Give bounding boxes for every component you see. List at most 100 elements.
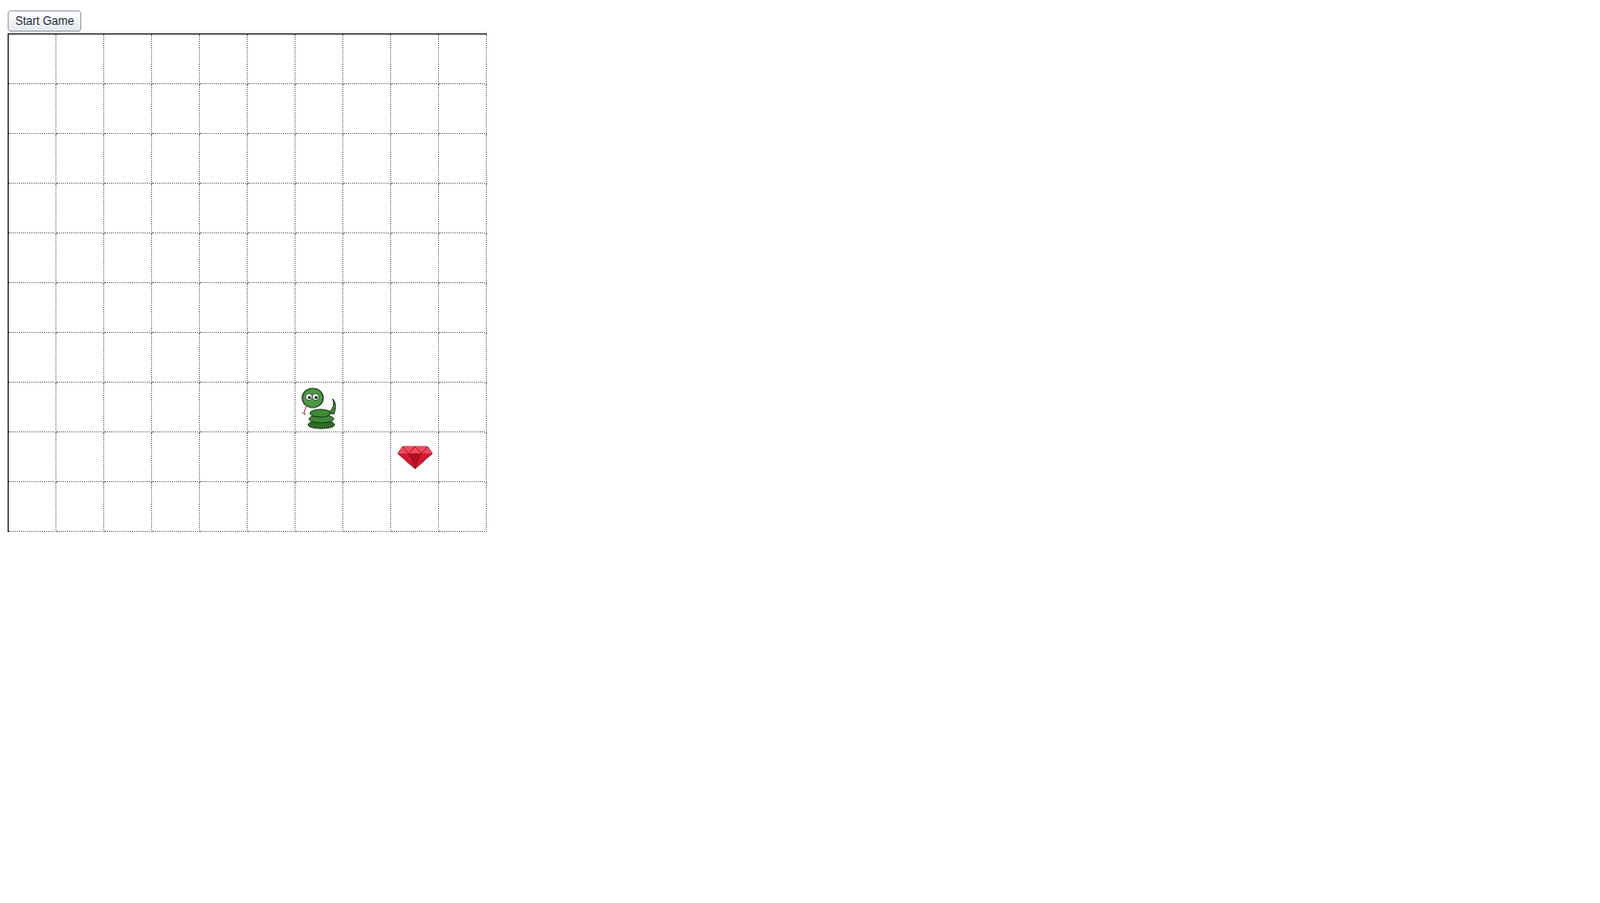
- board-cell: [104, 432, 153, 483]
- board-cell: [343, 133, 392, 184]
- board-cell: [199, 283, 248, 333]
- board-cell: [391, 84, 439, 134]
- board-cell: [247, 482, 296, 532]
- board-cell: [247, 133, 296, 184]
- board-cell: [438, 183, 487, 234]
- board-cell: [8, 482, 57, 532]
- board-cell: [247, 382, 296, 433]
- board-cell: [104, 283, 153, 333]
- board-cell: [152, 482, 200, 532]
- board-cell: [152, 84, 200, 134]
- board-cell: [104, 84, 153, 134]
- board-cell: [56, 183, 105, 234]
- board-cell: [199, 233, 248, 284]
- board-cell: [56, 382, 105, 433]
- board-cell: [199, 382, 248, 433]
- board-cell: [391, 233, 439, 284]
- board-cell: [247, 183, 296, 234]
- board-cell: [8, 332, 57, 383]
- board-cell: [8, 133, 57, 184]
- game-board: [7, 33, 487, 532]
- board-cell: [247, 432, 296, 483]
- board-cell: [199, 432, 248, 483]
- board-cell: [391, 482, 439, 532]
- board-cell: [56, 233, 105, 284]
- board-cell: [438, 382, 487, 433]
- board-cell: [343, 183, 392, 234]
- board-cell: [104, 482, 153, 532]
- board-cell: [104, 382, 153, 433]
- board-cell: [56, 332, 105, 383]
- board-cell: [152, 34, 200, 85]
- board-cell: [343, 432, 392, 483]
- board-cell: [199, 34, 248, 85]
- board-cell: [247, 332, 296, 383]
- board-cell: [152, 283, 200, 333]
- board-cell: [438, 84, 487, 134]
- board-cell: [104, 332, 153, 383]
- board-cell: [438, 432, 487, 483]
- board-cell: [391, 283, 439, 333]
- board-cell: [295, 432, 344, 483]
- board-cell: [391, 133, 439, 184]
- board-cell: [199, 332, 248, 383]
- board-cell: [152, 233, 200, 284]
- board-cell: [247, 34, 296, 85]
- board-cell: [104, 34, 153, 85]
- board-cell: [295, 183, 344, 234]
- board-cell: [152, 133, 200, 184]
- board-cell: [438, 482, 487, 532]
- board-cell: [343, 332, 392, 383]
- board-cell: [8, 233, 57, 284]
- board-cell: [343, 84, 392, 134]
- board-cell: [438, 332, 487, 383]
- board-cell: [438, 34, 487, 85]
- page: Start Game: [0, 0, 1600, 903]
- board-cell: [56, 84, 105, 134]
- board-cell: [295, 332, 344, 383]
- board-cell: [343, 382, 392, 433]
- board-cell: [343, 233, 392, 284]
- board-cell: [104, 233, 153, 284]
- board-cell: [295, 233, 344, 284]
- board-cell: [295, 84, 344, 134]
- board-cell: [438, 233, 487, 284]
- board-cell: [8, 382, 57, 433]
- board-cell: [391, 332, 439, 383]
- start-game-button[interactable]: Start Game: [7, 10, 82, 32]
- board-cell: [438, 283, 487, 333]
- board-cell: [391, 382, 439, 433]
- board-cell: [343, 482, 392, 532]
- board-cell: [56, 133, 105, 184]
- board-cell: [295, 482, 344, 532]
- board-cell: [343, 34, 392, 85]
- board-cell: [391, 34, 439, 85]
- board-cell: [152, 382, 200, 433]
- board-cell: [295, 283, 344, 333]
- board-cell: [391, 432, 439, 483]
- board-cell: [199, 133, 248, 184]
- board-cell: [104, 133, 153, 184]
- board-cell: [8, 34, 57, 85]
- board-cell: [56, 34, 105, 85]
- board-cell: [56, 283, 105, 333]
- board-cell: [8, 283, 57, 333]
- board-cell: [247, 233, 296, 284]
- board-cell: [247, 84, 296, 134]
- board-cell: [295, 382, 344, 433]
- board-cell: [343, 283, 392, 333]
- board-cell: [247, 283, 296, 333]
- board-cell: [199, 183, 248, 234]
- board-cell: [391, 183, 439, 234]
- board-cell: [8, 183, 57, 234]
- board-cell: [8, 84, 57, 134]
- gem-icon: [396, 444, 434, 470]
- board-cell: [199, 84, 248, 134]
- board-cell: [152, 183, 200, 234]
- snake-icon: [299, 385, 340, 430]
- board-cell: [438, 133, 487, 184]
- board-cell: [152, 332, 200, 383]
- board-cell: [152, 432, 200, 483]
- board-cell: [56, 482, 105, 532]
- board-cell: [199, 482, 248, 532]
